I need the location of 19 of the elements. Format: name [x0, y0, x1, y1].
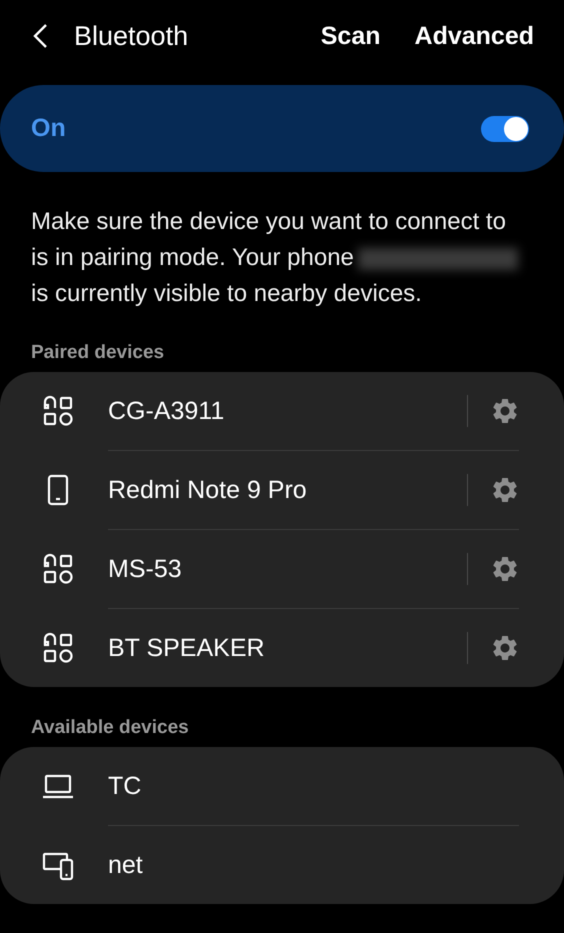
- header-action[interactable]: Scan: [320, 22, 381, 50]
- device-name[interactable]: TC: [108, 772, 520, 800]
- device-name[interactable]: CG-A3911: [108, 396, 467, 426]
- pairing-description: Make sure the device you want to connect to is in pairing mode. Your phone is currently visible to nearby devices.: [31, 204, 523, 312]
- device-name[interactable]: Redmi Note 9 Pro: [108, 476, 467, 504]
- audio-device-icon: [42, 395, 74, 427]
- header-action[interactable]: Advanced: [414, 22, 534, 50]
- audio-device-icon: [42, 632, 74, 664]
- device-name[interactable]: net: [108, 850, 520, 880]
- device-name[interactable]: BT SPEAKER: [108, 634, 467, 662]
- audio-device-icon: [42, 553, 74, 585]
- device-name[interactable]: MS-53: [108, 554, 467, 584]
- bluetooth-switch-card[interactable]: On: [0, 85, 564, 172]
- section-header: Available devices: [30, 716, 190, 740]
- toggle-switch[interactable]: [481, 116, 529, 142]
- page-title: Bluetooth: [74, 20, 188, 52]
- back-icon[interactable]: [32, 23, 48, 49]
- switch-label: On: [31, 114, 66, 143]
- section-header: Paired devices: [30, 341, 166, 365]
